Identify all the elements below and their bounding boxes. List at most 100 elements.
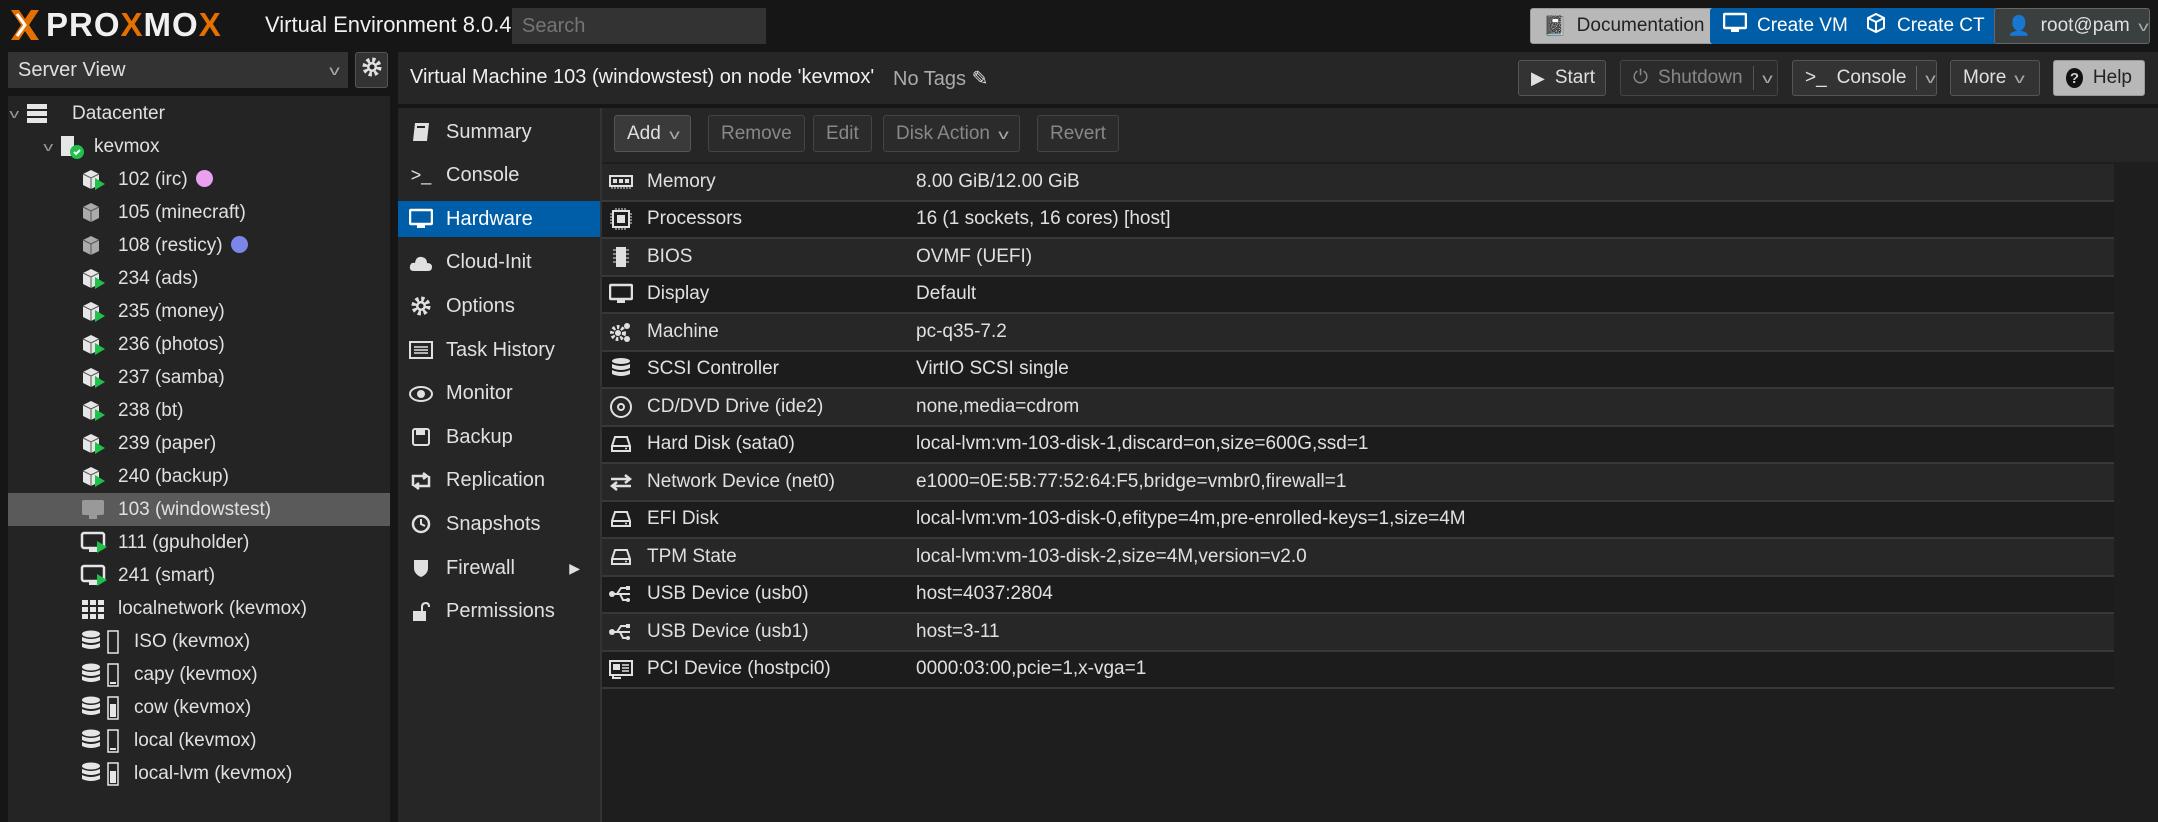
start-button[interactable]: ▶ Start xyxy=(1518,60,1606,96)
help-button[interactable]: ? Help xyxy=(2053,60,2145,96)
tree-item[interactable]: 108 (resticy) xyxy=(8,229,390,262)
nav-item-task-history[interactable]: Task History xyxy=(398,332,600,368)
hardware-row[interactable]: BIOS OVMF (UEFI) xyxy=(602,239,2114,277)
tree-item[interactable]: capy (kevmox) xyxy=(8,658,390,691)
hardware-value: none,media=cdrom xyxy=(916,395,1080,417)
tree-item[interactable]: 237 (samba) xyxy=(8,361,390,394)
more-button[interactable]: More v xyxy=(1950,60,2040,96)
hardware-value: 0000:03:00,pcie=1,x-vga=1 xyxy=(916,658,1147,680)
remove-button[interactable]: Remove xyxy=(708,115,805,152)
create-vm-button[interactable]: Create VM xyxy=(1710,8,1861,44)
tree-item[interactable]: v Datacenter xyxy=(8,97,390,130)
add-button[interactable]: Add v xyxy=(614,115,691,152)
tree-item[interactable]: 102 (irc) xyxy=(8,163,390,196)
console-label: Console xyxy=(1836,67,1907,88)
disk-action-label: Disk Action xyxy=(896,122,990,144)
server-view-select[interactable]: Server View v xyxy=(8,52,348,88)
tree-item[interactable]: 241 (smart) xyxy=(8,559,390,592)
hardware-row[interactable]: SCSI Controller VirtIO SCSI single xyxy=(602,351,2114,389)
nav-item-firewall[interactable]: Firewall ▶ xyxy=(398,550,600,586)
hardware-label: Machine xyxy=(647,320,719,342)
documentation-button[interactable]: 📓 Documentation xyxy=(1530,8,1718,44)
pencil-icon[interactable]: ✎ xyxy=(972,68,989,90)
tags-editor[interactable]: No Tags ✎ xyxy=(893,66,988,91)
tag-dot xyxy=(230,235,248,253)
tree-item-label: capy (kevmox) xyxy=(134,663,258,685)
tree-item[interactable]: 235 (money) xyxy=(8,295,390,328)
tree-item[interactable]: cow (kevmox) xyxy=(8,691,390,724)
tree-item[interactable]: 236 (photos) xyxy=(8,328,390,361)
tree-item[interactable]: v kevmox xyxy=(8,130,390,163)
chevron-down-icon[interactable]: v xyxy=(1762,70,1773,86)
hardware-row[interactable]: CD/DVD Drive (ide2) none,media=cdrom xyxy=(602,389,2114,427)
nav-item-monitor[interactable]: Monitor xyxy=(398,376,600,412)
expand-chevron-icon[interactable]: v xyxy=(43,139,53,154)
hardware-row[interactable]: TPM State local-lvm:vm-103-disk-2,size=4M… xyxy=(602,539,2114,577)
shutdown-button[interactable]: ⏻ Shutdown v xyxy=(1620,60,1778,96)
hardware-row[interactable]: Hard Disk (sata0) local-lvm:vm-103-disk-1… xyxy=(602,426,2114,464)
tree-item[interactable]: local-lvm (kevmox) xyxy=(8,757,390,790)
hardware-row[interactable]: Machine pc-q35-7.2 xyxy=(602,314,2114,352)
tree-item[interactable]: 238 (bt) xyxy=(8,394,390,427)
vm-stopped-icon xyxy=(80,497,108,523)
nav-item-summary[interactable]: Summary xyxy=(398,114,600,150)
nav-item-console[interactable]: >_ Console xyxy=(398,158,600,194)
container-running-icon xyxy=(80,167,108,193)
retweet-icon xyxy=(408,471,434,491)
nav-item-backup[interactable]: Backup xyxy=(398,419,600,455)
nav-item-options[interactable]: Options xyxy=(398,288,600,324)
expand-chevron-icon[interactable]: v xyxy=(9,106,19,121)
revert-button[interactable]: Revert xyxy=(1037,115,1119,152)
hardware-row[interactable]: USB Device (usb0) host=4037:2804 xyxy=(602,576,2114,614)
hardware-row[interactable]: Display Default xyxy=(602,276,2114,314)
tree-item[interactable]: 111 (gpuholder) xyxy=(8,526,390,559)
hardware-row[interactable]: Memory 8.00 GiB/12.00 GiB xyxy=(602,164,2114,202)
unlock-icon xyxy=(408,601,434,623)
nav-item-replication[interactable]: Replication xyxy=(398,463,600,499)
hardware-label: EFI Disk xyxy=(647,508,719,530)
chevron-down-icon[interactable]: v xyxy=(1926,70,1937,86)
nav-item-snapshots[interactable]: Snapshots xyxy=(398,506,600,542)
tree-item[interactable]: localnetwork (kevmox) xyxy=(8,592,390,625)
search-input[interactable] xyxy=(512,8,766,44)
nav-item-label: Firewall xyxy=(446,556,515,579)
tree-item[interactable]: 234 (ads) xyxy=(8,262,390,295)
nav-item-hardware[interactable]: Hardware xyxy=(398,201,600,238)
create-ct-button[interactable]: Create CT xyxy=(1852,8,1998,44)
disk-action-button[interactable]: Disk Action v xyxy=(883,115,1020,152)
tree-item[interactable]: ISO (kevmox) xyxy=(8,625,390,658)
terminal-icon: >_ xyxy=(1805,67,1827,88)
question-circle-icon: ? xyxy=(2066,68,2083,88)
container-stopped-icon xyxy=(80,200,108,226)
hardware-label: Processors xyxy=(647,208,743,230)
nav-item-cloud-init[interactable]: Cloud-Init xyxy=(398,245,600,281)
console-button[interactable]: >_ Console v xyxy=(1792,60,1937,96)
power-icon: ⏻ xyxy=(1633,67,1649,88)
storage-icon xyxy=(80,662,102,688)
shield-icon xyxy=(408,557,434,579)
tree-settings-button[interactable] xyxy=(355,52,388,88)
hardware-row[interactable]: EFI Disk local-lvm:vm-103-disk-0,efitype=… xyxy=(602,501,2114,539)
help-label: Help xyxy=(2092,67,2132,88)
tree-item[interactable]: 240 (backup) xyxy=(8,460,390,493)
hardware-label: SCSI Controller xyxy=(647,358,779,380)
hardware-row[interactable]: Processors 16 (1 sockets, 16 cores) [host… xyxy=(602,201,2114,239)
nav-item-label: Replication xyxy=(446,469,545,492)
split-divider xyxy=(1752,66,1754,90)
hardware-row[interactable]: USB Device (usb1) host=3-11 xyxy=(602,614,2114,652)
cogs-icon xyxy=(608,320,634,344)
user-menu-button[interactable]: 👤 root@pam v xyxy=(1994,8,2150,44)
tree-item[interactable]: local (kevmox) xyxy=(8,724,390,757)
hardware-row[interactable]: Network Device (net0) e1000=0E:5B:77:52:6… xyxy=(602,464,2114,502)
tree-item[interactable]: 239 (paper) xyxy=(8,427,390,460)
hardware-value: 16 (1 sockets, 16 cores) [host] xyxy=(916,208,1171,230)
nav-item-label: Permissions xyxy=(446,600,555,623)
edit-button[interactable]: Edit xyxy=(813,115,872,152)
tree-item[interactable]: 103 (windowstest) xyxy=(8,493,390,526)
proxmox-logo[interactable]: PROXMOX xyxy=(8,6,222,44)
datacenter-icon xyxy=(24,102,50,126)
storage-icon xyxy=(80,728,102,754)
tree-item[interactable]: 105 (minecraft) xyxy=(8,196,390,229)
hardware-row[interactable]: PCI Device (hostpci0) 0000:03:00,pcie=1,x… xyxy=(602,651,2114,689)
nav-item-permissions[interactable]: Permissions xyxy=(398,594,600,630)
